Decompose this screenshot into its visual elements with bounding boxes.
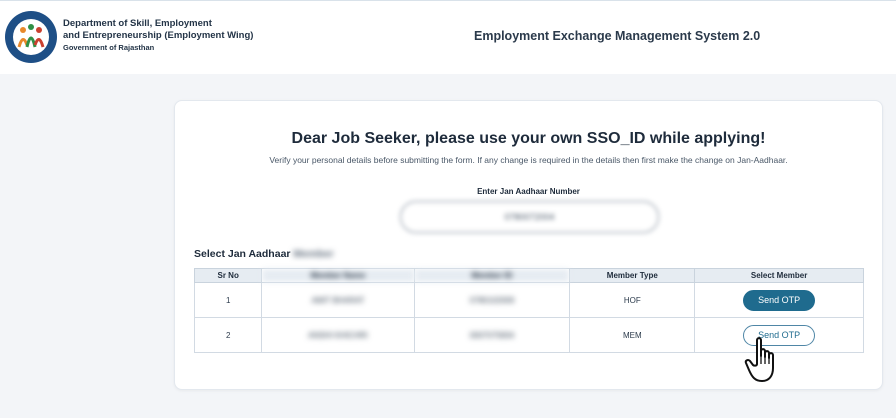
site-header: Department of Skill, Employment and Entr… bbox=[0, 0, 896, 74]
cell-member-name: ANSHI KHICHRI bbox=[261, 317, 415, 353]
cell-member-id: 0780102009 bbox=[413, 282, 571, 318]
system-title: Employment Exchange Management System 2.… bbox=[474, 29, 761, 43]
cell-member-name: AMIT BHARAT bbox=[261, 282, 415, 318]
government-name: Government of Rajasthan bbox=[63, 43, 155, 52]
emblem-icon bbox=[6, 12, 56, 62]
header-select-member: Select Member bbox=[694, 268, 864, 283]
department-line-2: and Entrepreneurship (Employment Wing) bbox=[63, 30, 254, 41]
page-heading: Dear Job Seeker, please use your own SSO… bbox=[291, 130, 766, 147]
header-member-type: Member Type bbox=[569, 268, 696, 283]
section-title-text: Select Jan Aadhaar bbox=[194, 248, 291, 260]
section-title-blurred: Member bbox=[293, 248, 334, 260]
cell-member-type: MEM bbox=[569, 317, 696, 353]
section-title: Select Jan Aadhaar Member bbox=[194, 248, 334, 260]
header-member-name: Member Name bbox=[261, 268, 415, 283]
header-sr-no: Sr No bbox=[193, 268, 263, 283]
aadhaar-field-label: Enter Jan Aadhaar Number bbox=[477, 187, 580, 196]
cell-member-id: 0007075834 bbox=[413, 317, 571, 353]
department-logo[interactable] bbox=[5, 11, 57, 63]
table-row: 1 AMIT BHARAT 0780102009 HOF Send OTP bbox=[193, 282, 864, 318]
cell-sr-no: 2 bbox=[193, 317, 263, 353]
hand-pointer-icon bbox=[744, 337, 774, 382]
department-line-1: Department of Skill, Employment bbox=[63, 18, 212, 29]
cell-select-member: Send OTP bbox=[694, 282, 864, 318]
department-name: Department of Skill, Employment and Entr… bbox=[63, 18, 253, 54]
table-header-row: Sr No Member Name Member ID Member Type … bbox=[193, 268, 864, 283]
cell-sr-no: 1 bbox=[193, 282, 263, 318]
send-otp-button[interactable]: Send OTP bbox=[743, 289, 816, 311]
instruction-text: Verify your personal details before subm… bbox=[269, 155, 788, 165]
cell-member-type: HOF bbox=[569, 282, 696, 318]
header-member-id: Member ID bbox=[413, 268, 571, 283]
jan-aadhaar-input[interactable] bbox=[400, 201, 659, 233]
